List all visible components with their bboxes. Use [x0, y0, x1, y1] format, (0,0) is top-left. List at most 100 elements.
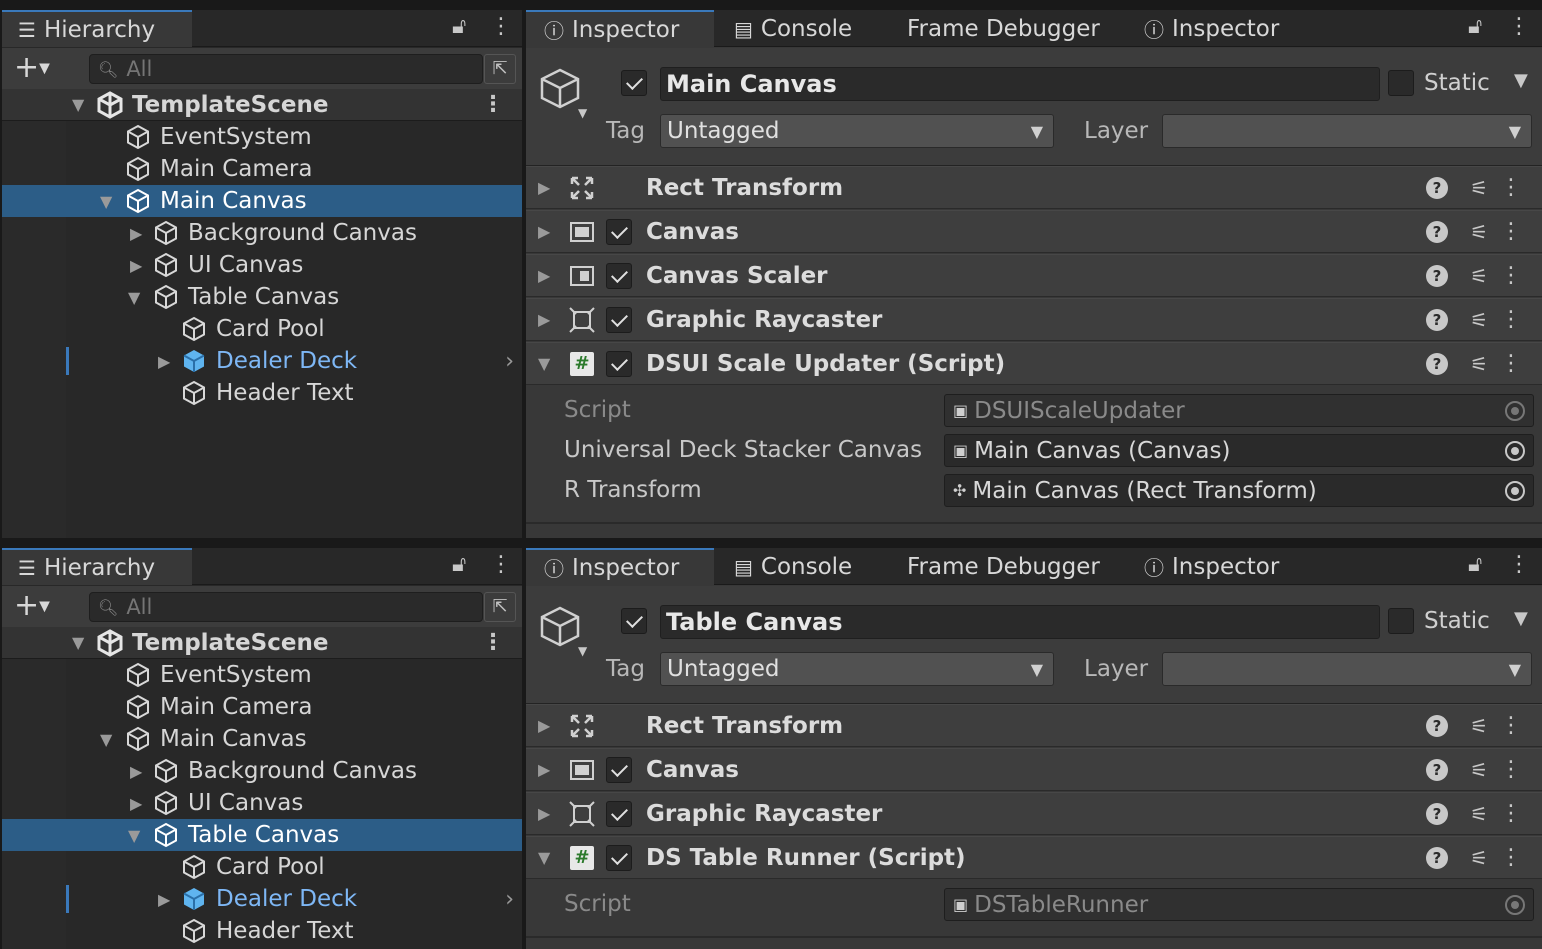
expand-arrow-icon[interactable]: ▶: [538, 804, 550, 823]
object-picker-icon[interactable]: [1505, 481, 1525, 501]
help-icon[interactable]: ?: [1426, 220, 1448, 243]
static-checkbox[interactable]: [1388, 608, 1414, 634]
rect-transform-object-field[interactable]: ✣ Main Canvas (Rect Transform): [944, 474, 1534, 507]
collapse-arrow-icon[interactable]: ▼: [128, 288, 140, 307]
component-canvas-scaler[interactable]: ▶ Canvas Scaler ? ⚟ ⋮: [526, 254, 1542, 297]
tab-frame-debugger[interactable]: Frame Debugger: [907, 548, 1100, 585]
kebab-menu-icon[interactable]: ⋮: [1500, 307, 1522, 332]
kebab-menu-icon[interactable]: ⋮: [1500, 219, 1522, 244]
icon-dropdown-icon[interactable]: ▼: [578, 106, 587, 120]
hierarchy-item[interactable]: Card Pool: [2, 313, 522, 345]
collapse-arrow-icon[interactable]: ▼: [538, 848, 550, 867]
tab-inspector-2[interactable]: ⓘ Inspector: [1144, 10, 1279, 47]
help-icon[interactable]: ?: [1426, 802, 1448, 825]
kebab-menu-icon[interactable]: ⋮: [1508, 552, 1530, 577]
canvas-object-field[interactable]: ▣ Main Canvas (Canvas): [944, 434, 1534, 467]
kebab-menu-icon[interactable]: ⋮: [1508, 14, 1530, 39]
expand-arrow-icon[interactable]: ▶: [158, 890, 170, 909]
kebab-menu-icon[interactable]: ⋮: [1500, 713, 1522, 738]
expand-arrow-icon[interactable]: ▶: [158, 352, 170, 371]
add-object-button[interactable]: +▼: [14, 588, 50, 623]
tag-dropdown[interactable]: Untagged ▼: [660, 652, 1054, 686]
kebab-menu-icon[interactable]: ⋮: [490, 552, 512, 577]
scene-kebab-icon[interactable]: ⋮: [482, 630, 504, 655]
lock-icon[interactable]: 🔓︎: [452, 552, 466, 577]
help-icon[interactable]: ?: [1426, 846, 1448, 869]
hierarchy-item[interactable]: ▶ UI Canvas: [2, 249, 522, 281]
hierarchy-item-prefab[interactable]: ▶ Dealer Deck ›: [2, 345, 522, 377]
object-name-field[interactable]: Table Canvas: [660, 605, 1380, 639]
hierarchy-item[interactable]: ▶ Background Canvas: [2, 755, 522, 787]
scene-row[interactable]: ▼ TemplateScene ⋮: [2, 89, 522, 121]
active-checkbox[interactable]: [621, 70, 647, 96]
search-field[interactable]: 🔍︎: [89, 54, 483, 84]
scene-row[interactable]: ▼ TemplateScene ⋮: [2, 627, 522, 659]
component-enabled-checkbox[interactable]: [606, 307, 632, 333]
hierarchy-item[interactable]: Main Camera: [2, 153, 522, 185]
object-picker-icon[interactable]: [1505, 441, 1525, 461]
help-icon[interactable]: ?: [1426, 714, 1448, 737]
component-canvas[interactable]: ▶ Canvas ? ⚟ ⋮: [526, 748, 1542, 791]
tab-inspector[interactable]: ⓘ Inspector: [526, 10, 714, 47]
presets-icon[interactable]: ⚟: [1470, 758, 1488, 782]
static-checkbox[interactable]: [1388, 70, 1414, 96]
layer-dropdown[interactable]: ▼: [1162, 114, 1532, 148]
expand-arrow-icon[interactable]: ▶: [538, 716, 550, 735]
static-dropdown-icon[interactable]: ▼: [1514, 70, 1528, 91]
presets-icon[interactable]: ⚟: [1470, 802, 1488, 826]
collapse-arrow-icon[interactable]: ▼: [72, 95, 84, 114]
scene-visibility-button[interactable]: ⇱: [484, 592, 516, 622]
component-graphic-raycaster[interactable]: ▶ Graphic Raycaster ? ⚟ ⋮: [526, 792, 1542, 835]
component-rect-transform[interactable]: ▶ Rect Transform ? ⚟ ⋮: [526, 704, 1542, 747]
layer-dropdown[interactable]: ▼: [1162, 652, 1532, 686]
kebab-menu-icon[interactable]: ⋮: [1500, 175, 1522, 200]
object-name-field[interactable]: Main Canvas: [660, 67, 1380, 101]
active-checkbox[interactable]: [621, 608, 647, 634]
presets-icon[interactable]: ⚟: [1470, 714, 1488, 738]
hierarchy-item[interactable]: ▶ UI Canvas: [2, 787, 522, 819]
expand-arrow-icon[interactable]: ▶: [130, 256, 142, 275]
tab-hierarchy[interactable]: ☰ Hierarchy: [2, 548, 192, 585]
collapse-arrow-icon[interactable]: ▼: [128, 826, 140, 845]
collapse-arrow-icon[interactable]: ▼: [100, 192, 112, 211]
presets-icon[interactable]: ⚟: [1470, 846, 1488, 870]
object-picker-icon[interactable]: [1505, 401, 1525, 421]
hierarchy-item[interactable]: ▼ Main Canvas: [2, 723, 522, 755]
component-enabled-checkbox[interactable]: [606, 757, 632, 783]
search-input[interactable]: [126, 595, 447, 619]
component-rect-transform[interactable]: ▶ Rect Transform ? ⚟ ⋮: [526, 166, 1542, 209]
script-object-field[interactable]: ▣ DSUIScaleUpdater: [944, 394, 1534, 427]
help-icon[interactable]: ?: [1426, 308, 1448, 331]
help-icon[interactable]: ?: [1426, 264, 1448, 287]
hierarchy-item[interactable]: ▶ Background Canvas: [2, 217, 522, 249]
lock-icon[interactable]: 🔓︎: [1468, 552, 1482, 577]
presets-icon[interactable]: ⚟: [1470, 308, 1488, 332]
expand-arrow-icon[interactable]: ▶: [538, 266, 550, 285]
expand-arrow-icon[interactable]: ▶: [538, 310, 550, 329]
component-enabled-checkbox[interactable]: [606, 801, 632, 827]
hierarchy-item-selected[interactable]: ▼ Table Canvas: [2, 819, 522, 851]
scene-kebab-icon[interactable]: ⋮: [482, 92, 504, 117]
icon-dropdown-icon[interactable]: ▼: [578, 644, 587, 658]
hierarchy-item-prefab[interactable]: ▶ Dealer Deck ›: [2, 883, 522, 915]
component-script[interactable]: ▼ # DSUI Scale Updater (Script) ? ⚟ ⋮: [526, 342, 1542, 385]
help-icon[interactable]: ?: [1426, 352, 1448, 375]
hierarchy-item[interactable]: Header Text: [2, 915, 522, 947]
tab-console[interactable]: ▤ Console: [734, 10, 852, 47]
kebab-menu-icon[interactable]: ⋮: [1500, 263, 1522, 288]
help-icon[interactable]: ?: [1426, 758, 1448, 781]
kebab-menu-icon[interactable]: ⋮: [1500, 757, 1522, 782]
kebab-menu-icon[interactable]: ⋮: [1500, 801, 1522, 826]
collapse-arrow-icon[interactable]: ▼: [538, 354, 550, 373]
hierarchy-item[interactable]: Main Camera: [2, 691, 522, 723]
component-enabled-checkbox[interactable]: [606, 351, 632, 377]
tab-frame-debugger[interactable]: Frame Debugger: [907, 10, 1100, 47]
object-picker-icon[interactable]: [1505, 895, 1525, 915]
expand-arrow-icon[interactable]: ▶: [538, 178, 550, 197]
expand-arrow-icon[interactable]: ▶: [130, 794, 142, 813]
component-script[interactable]: ▼ # DS Table Runner (Script) ? ⚟ ⋮: [526, 836, 1542, 879]
collapse-arrow-icon[interactable]: ▼: [100, 730, 112, 749]
tab-hierarchy[interactable]: ☰ Hierarchy: [2, 10, 192, 47]
hierarchy-item[interactable]: ▼ Table Canvas: [2, 281, 522, 313]
presets-icon[interactable]: ⚟: [1470, 176, 1488, 200]
